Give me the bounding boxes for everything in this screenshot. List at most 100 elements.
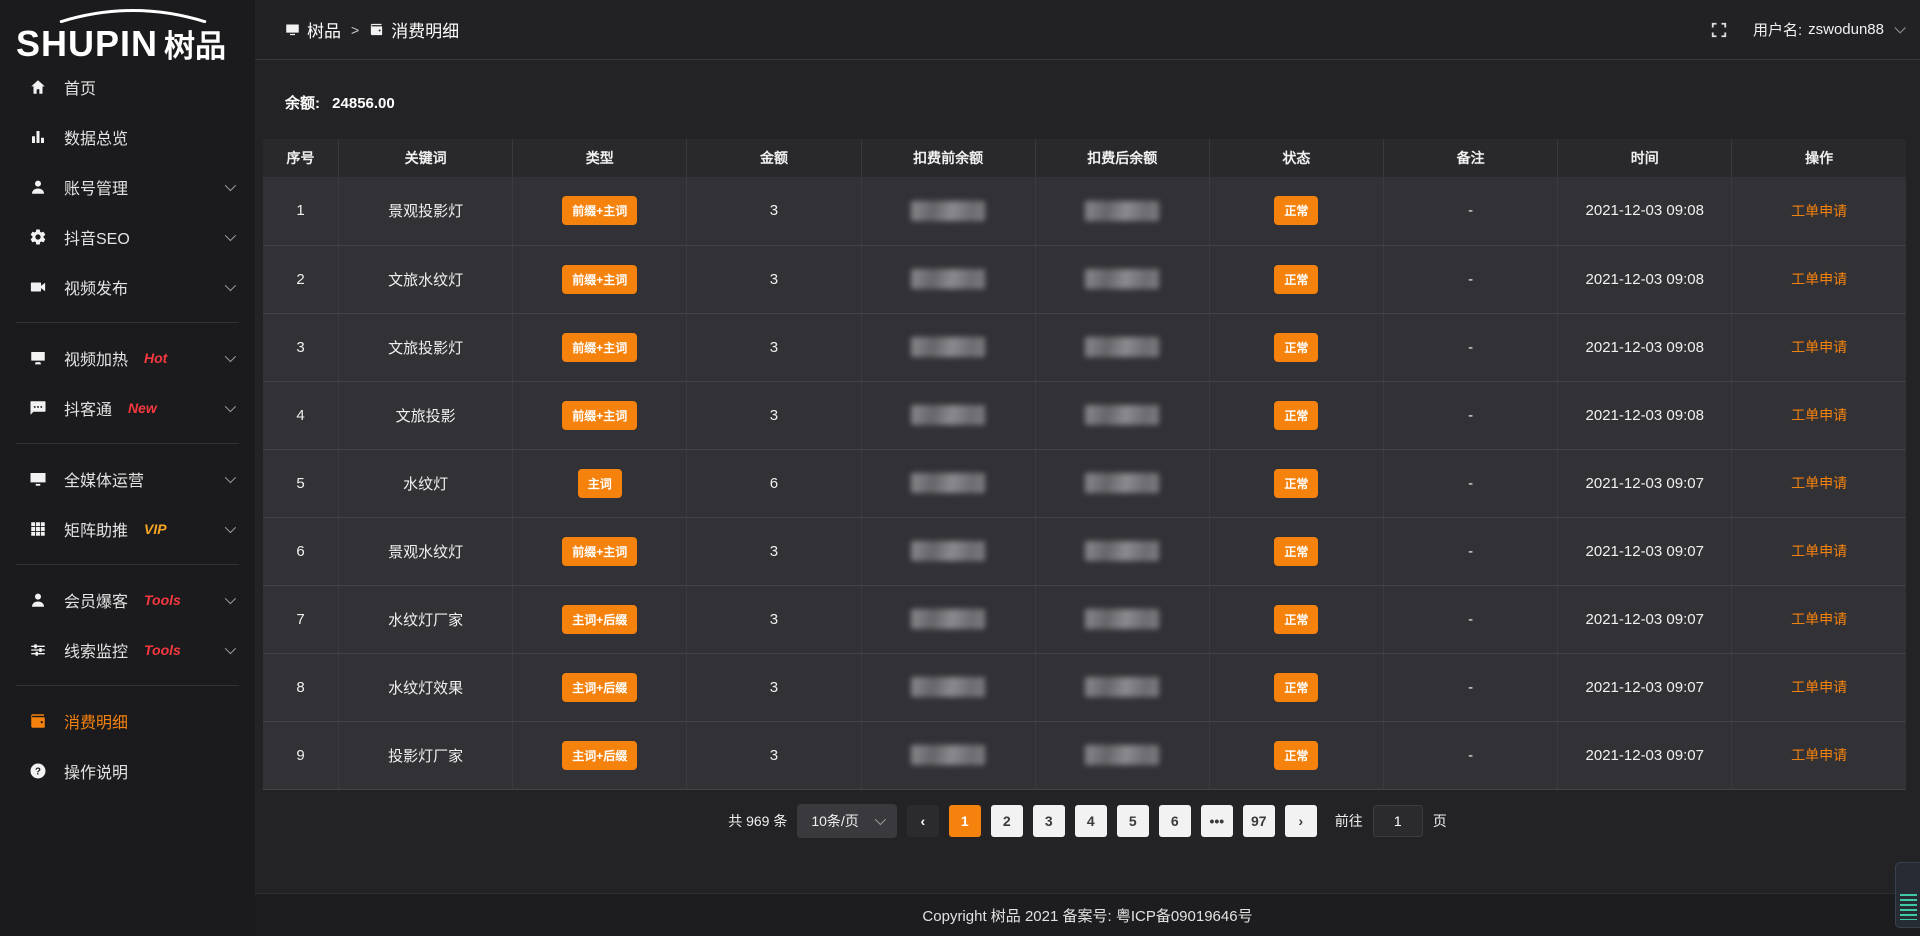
sidebar-item-member[interactable]: 会员爆客Tools — [0, 575, 255, 625]
sidebar-item-expense[interactable]: 消费明细 — [0, 696, 255, 746]
amount-cell: 3 — [687, 517, 861, 585]
action-cell: 工单申请 — [1732, 177, 1906, 245]
user-menu[interactable]: 用户名: zswodun88 — [1753, 19, 1902, 40]
page-button-6[interactable]: 6 — [1159, 805, 1191, 837]
balance-after-cell — [1035, 585, 1209, 653]
balance-before-cell — [861, 585, 1035, 653]
masked-value — [1085, 473, 1159, 493]
keyword-cell: 投影灯厂家 — [339, 721, 513, 789]
svg-text:?: ? — [35, 766, 41, 777]
breadcrumb-current[interactable]: 消费明细 — [369, 17, 459, 42]
amount-cell: 3 — [687, 721, 861, 789]
goto-page-input[interactable] — [1373, 805, 1423, 837]
action-cell: 工单申请 — [1732, 653, 1906, 721]
work-order-link[interactable]: 工单申请 — [1791, 679, 1847, 695]
work-order-link[interactable]: 工单申请 — [1791, 203, 1847, 219]
wallet-icon — [369, 22, 384, 37]
page-buttons: 123456 ••• 97 — [949, 805, 1275, 837]
breadcrumb: 树品 > 消费明细 — [285, 17, 459, 42]
balance-after-cell — [1035, 313, 1209, 381]
page-button-5[interactable]: 5 — [1117, 805, 1149, 837]
balance-after-cell — [1035, 449, 1209, 517]
video-camera-icon — [28, 277, 48, 297]
action-cell: 工单申请 — [1732, 517, 1906, 585]
more-pages-button[interactable]: ••• — [1201, 805, 1233, 837]
page-button-97[interactable]: 97 — [1243, 805, 1275, 837]
sidebar-item-seo[interactable]: 抖音SEO — [0, 212, 255, 262]
sidebar-item-help[interactable]: ?操作说明 — [0, 746, 255, 796]
type-cell: 主词+后缀 — [513, 585, 687, 653]
chevron-down-icon — [225, 351, 236, 362]
column-header: 备注 — [1384, 139, 1558, 177]
status-badge: 正常 — [1274, 401, 1318, 430]
sidebar-item-douketong[interactable]: 抖客通New — [0, 383, 255, 433]
status-badge: 正常 — [1274, 265, 1318, 294]
next-page-button[interactable]: › — [1285, 805, 1317, 837]
sidebar-divider — [16, 322, 239, 323]
work-order-link[interactable]: 工单申请 — [1791, 271, 1847, 287]
keyword-cell: 景观水纹灯 — [339, 517, 513, 585]
page-button-4[interactable]: 4 — [1075, 805, 1107, 837]
page-button-1[interactable]: 1 — [949, 805, 981, 837]
work-order-link[interactable]: 工单申请 — [1791, 339, 1847, 355]
fullscreen-icon[interactable] — [1709, 20, 1729, 40]
action-cell: 工单申请 — [1732, 721, 1906, 789]
balance: 余额: 24856.00 — [285, 92, 1920, 113]
sidebar-item-home[interactable]: 首页 — [0, 62, 255, 112]
brand-name: SHUPIN — [16, 26, 158, 62]
breadcrumb-home[interactable]: 树品 — [285, 17, 341, 42]
page-size-select[interactable]: 10条/页 — [797, 804, 896, 838]
work-order-link[interactable]: 工单申请 — [1791, 407, 1847, 423]
status-badge: 正常 — [1274, 537, 1318, 566]
sidebar-item-heat[interactable]: 视频加热Hot — [0, 333, 255, 383]
sidebar-item-matrix[interactable]: 矩阵助推VIP — [0, 504, 255, 554]
sidebar-item-data[interactable]: 数据总览 — [0, 112, 255, 162]
sidebar-item-media[interactable]: 全媒体运营 — [0, 454, 255, 504]
table-row: 1景观投影灯前缀+主词3正常-2021-12-03 09:08工单申请 — [263, 177, 1906, 245]
table-row: 2文旅水纹灯前缀+主词3正常-2021-12-03 09:08工单申请 — [263, 245, 1906, 313]
type-cell: 主词+后缀 — [513, 721, 687, 789]
balance-value: 24856.00 — [332, 95, 395, 112]
breadcrumb-separator: > — [351, 22, 359, 38]
chat-icon — [28, 398, 48, 418]
side-float-widget[interactable] — [1895, 862, 1920, 928]
row-index-cell: 7 — [263, 585, 339, 653]
page-button-3[interactable]: 3 — [1033, 805, 1065, 837]
type-cell: 前缀+主词 — [513, 177, 687, 245]
chevron-down-icon — [875, 813, 886, 824]
masked-value — [911, 201, 985, 221]
topbar: 树品 > 消费明细 用户名: zswodun88 — [255, 0, 1920, 60]
table-body: 1景观投影灯前缀+主词3正常-2021-12-03 09:08工单申请2文旅水纹… — [263, 177, 1906, 789]
type-badge: 主词+后缀 — [562, 673, 637, 702]
status-badge: 正常 — [1274, 741, 1318, 770]
type-cell: 前缀+主词 — [513, 245, 687, 313]
work-order-link[interactable]: 工单申请 — [1791, 475, 1847, 491]
pagination-total: 共 969 条 — [728, 811, 787, 831]
sidebar-item-label: 视频发布 — [64, 275, 128, 299]
work-order-link[interactable]: 工单申请 — [1791, 611, 1847, 627]
balance-before-cell — [861, 381, 1035, 449]
table-row: 3文旅投影灯前缀+主词3正常-2021-12-03 09:08工单申请 — [263, 313, 1906, 381]
time-cell: 2021-12-03 09:07 — [1558, 653, 1732, 721]
topbar-right: 用户名: zswodun88 — [1709, 19, 1902, 40]
expense-table: 序号关键词类型金额扣费前余额扣费后余额状态备注时间操作 1景观投影灯前缀+主词3… — [263, 139, 1906, 790]
sidebar-item-label: 抖客通 — [64, 396, 112, 420]
sidebar-nav: 首页数据总览账号管理抖音SEO 视频发布视频加热Hot抖客通New 全媒体运营矩阵助… — [0, 62, 255, 796]
sidebar-item-publish[interactable]: 视频发布 — [0, 262, 255, 312]
goto-label: 前往 — [1335, 811, 1363, 831]
prev-page-button[interactable]: ‹ — [907, 805, 939, 837]
type-badge: 主词+后缀 — [562, 605, 637, 634]
goto-unit: 页 — [1433, 811, 1447, 831]
wallet-icon — [28, 711, 48, 731]
sidebar-item-account[interactable]: 账号管理 — [0, 162, 255, 212]
amount-cell: 3 — [687, 381, 861, 449]
logo-arc — [58, 7, 208, 23]
work-order-link[interactable]: 工单申请 — [1791, 747, 1847, 763]
balance-before-cell — [861, 449, 1035, 517]
status-cell: 正常 — [1209, 177, 1383, 245]
column-header: 序号 — [263, 139, 339, 177]
work-order-link[interactable]: 工单申请 — [1791, 543, 1847, 559]
sidebar-item-clues[interactable]: 线索监控Tools — [0, 625, 255, 675]
sidebar-item-label: 数据总览 — [64, 125, 128, 149]
page-button-2[interactable]: 2 — [991, 805, 1023, 837]
